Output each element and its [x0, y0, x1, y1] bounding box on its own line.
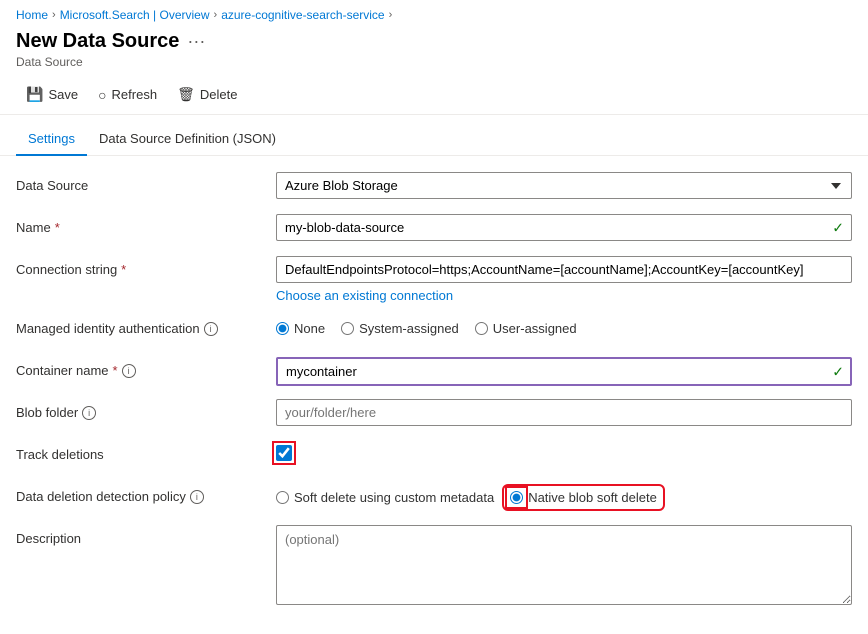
- container-check-icon: ✓: [832, 363, 844, 380]
- native-blob-soft-delete-option[interactable]: Native blob soft delete: [506, 488, 661, 507]
- connection-string-label: Connection string *: [16, 256, 276, 277]
- connection-string-input[interactable]: [276, 256, 852, 283]
- container-name-label: Container name * i: [16, 357, 276, 378]
- deletion-policy-control: Soft delete using custom metadata Native…: [276, 483, 852, 507]
- managed-identity-radio-group: None System-assigned User-assigned: [276, 315, 852, 336]
- refresh-button[interactable]: ○ Refresh: [88, 82, 167, 108]
- connection-string-row: Connection string * Choose an existing c…: [16, 256, 852, 305]
- data-source-select[interactable]: Azure Blob Storage Azure SQL Database Az…: [276, 172, 852, 199]
- data-source-label: Data Source: [16, 172, 276, 193]
- save-icon: 💾: [26, 86, 43, 103]
- container-name-row: Container name * i ✓: [16, 357, 852, 389]
- track-deletions-checkbox-wrapper: [276, 441, 852, 461]
- more-options-icon[interactable]: ···: [187, 31, 205, 52]
- name-row: Name * ✓: [16, 214, 852, 246]
- deletion-policy-row: Data deletion detection policy i Soft de…: [16, 483, 852, 515]
- delete-button[interactable]: 🗑 Delete: [167, 81, 247, 108]
- refresh-label: Refresh: [112, 87, 158, 102]
- managed-identity-control: None System-assigned User-assigned: [276, 315, 852, 336]
- breadcrumb-sep-2: ›: [214, 9, 218, 21]
- breadcrumb-overview[interactable]: Microsoft.Search | Overview: [60, 8, 210, 22]
- blob-folder-control: [276, 399, 852, 426]
- breadcrumb-home[interactable]: Home: [16, 8, 48, 22]
- container-info-icon[interactable]: i: [122, 364, 136, 378]
- native-blob-soft-delete-radio[interactable]: [510, 491, 523, 504]
- soft-delete-option[interactable]: Soft delete using custom metadata: [276, 490, 494, 505]
- managed-identity-user-radio[interactable]: [475, 322, 488, 335]
- track-deletions-checkbox[interactable]: [276, 445, 292, 461]
- managed-identity-user-option[interactable]: User-assigned: [475, 321, 577, 336]
- managed-identity-none-radio[interactable]: [276, 322, 289, 335]
- breadcrumb: Home › Microsoft.Search | Overview › azu…: [0, 0, 868, 26]
- page-subtitle: Data Source: [0, 55, 868, 75]
- form-area: Data Source Azure Blob Storage Azure SQL…: [0, 156, 868, 634]
- managed-identity-label: Managed identity authentication i: [16, 315, 276, 336]
- page-header: New Data Source ···: [0, 26, 868, 55]
- refresh-icon: ○: [98, 87, 106, 103]
- container-name-control: ✓: [276, 357, 852, 386]
- container-required: *: [113, 363, 118, 378]
- name-check-icon: ✓: [832, 219, 844, 236]
- page-title: New Data Source: [16, 30, 179, 53]
- tab-settings[interactable]: Settings: [16, 123, 87, 156]
- name-input-wrapper: ✓: [276, 214, 852, 241]
- name-required: *: [55, 220, 60, 235]
- breadcrumb-service[interactable]: azure-cognitive-search-service: [221, 8, 384, 22]
- managed-identity-none-option[interactable]: None: [276, 321, 325, 336]
- description-label: Description: [16, 525, 276, 546]
- tab-json-definition[interactable]: Data Source Definition (JSON): [87, 123, 288, 156]
- description-control: [276, 525, 852, 608]
- blob-folder-info-icon[interactable]: i: [82, 406, 96, 420]
- track-deletions-control: [276, 441, 852, 461]
- managed-identity-row: Managed identity authentication i None S…: [16, 315, 852, 347]
- delete-icon: 🗑: [177, 86, 195, 103]
- name-label: Name *: [16, 214, 276, 235]
- description-textarea[interactable]: [276, 525, 852, 605]
- name-control: ✓: [276, 214, 852, 241]
- data-source-control: Azure Blob Storage Azure SQL Database Az…: [276, 172, 852, 199]
- save-label: Save: [48, 87, 78, 102]
- save-button[interactable]: 💾 Save: [16, 81, 88, 108]
- toolbar: 💾 Save ○ Refresh 🗑 Delete: [0, 75, 868, 115]
- managed-identity-system-option[interactable]: System-assigned: [341, 321, 459, 336]
- blob-folder-row: Blob folder i: [16, 399, 852, 431]
- track-deletions-row: Track deletions: [16, 441, 852, 473]
- name-input[interactable]: [276, 214, 852, 241]
- deletion-policy-label: Data deletion detection policy i: [16, 483, 276, 504]
- breadcrumb-sep-1: ›: [52, 9, 56, 21]
- choose-connection-button[interactable]: Choose an existing connection: [276, 286, 453, 305]
- description-row: Description: [16, 525, 852, 608]
- tabs-bar: Settings Data Source Definition (JSON): [0, 123, 868, 156]
- blob-folder-label: Blob folder i: [16, 399, 276, 420]
- container-input-wrapper: ✓: [276, 357, 852, 386]
- container-name-input[interactable]: [276, 357, 852, 386]
- deletion-policy-radio-group: Soft delete using custom metadata Native…: [276, 483, 852, 507]
- deletion-policy-info-icon[interactable]: i: [190, 490, 204, 504]
- managed-identity-info-icon[interactable]: i: [204, 322, 218, 336]
- breadcrumb-sep-3: ›: [389, 9, 393, 21]
- data-source-row: Data Source Azure Blob Storage Azure SQL…: [16, 172, 852, 204]
- conn-required: *: [121, 262, 126, 277]
- blob-folder-input[interactable]: [276, 399, 852, 426]
- connection-string-control: Choose an existing connection: [276, 256, 852, 305]
- managed-identity-system-radio[interactable]: [341, 322, 354, 335]
- track-deletions-label: Track deletions: [16, 441, 276, 462]
- soft-delete-radio[interactable]: [276, 491, 289, 504]
- delete-label: Delete: [200, 87, 238, 102]
